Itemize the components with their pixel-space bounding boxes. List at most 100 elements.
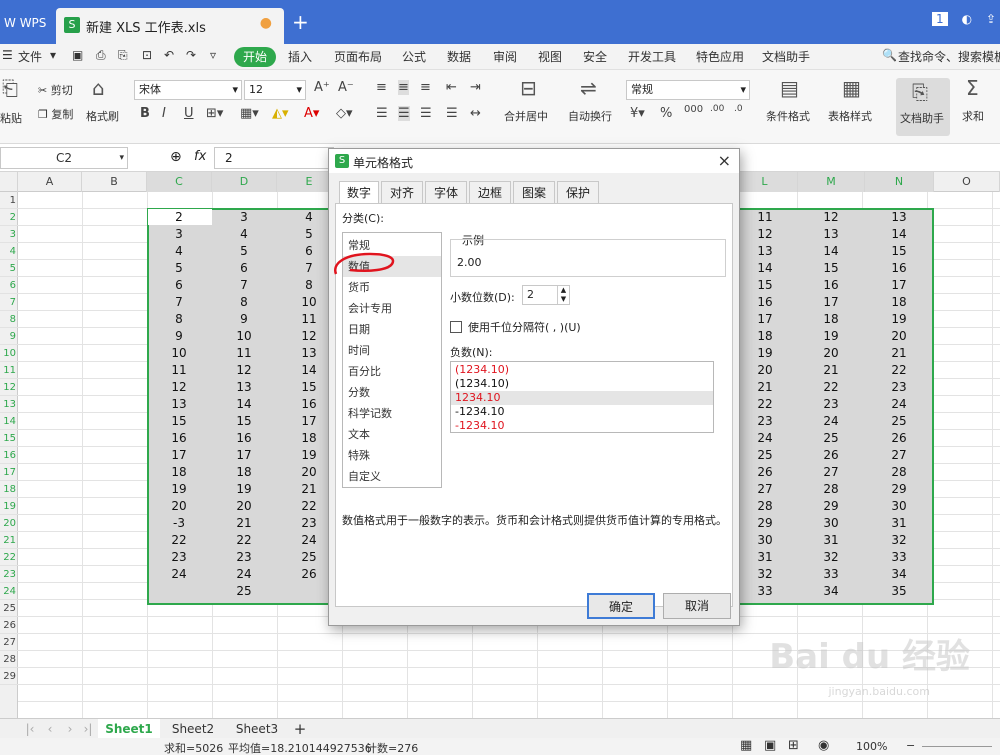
decrease-font-icon[interactable]: A⁻ — [338, 80, 354, 95]
decimal-places-stepper[interactable]: 2 ▲ ▼ — [522, 285, 570, 305]
cell-n[interactable]: 15 — [867, 243, 931, 260]
window-count-icon[interactable]: 1 — [931, 12, 948, 26]
page-break-view-icon[interactable]: ⊞ — [788, 738, 799, 753]
page-layout-view-icon[interactable]: ▣ — [764, 738, 776, 753]
cell-n[interactable]: 23 — [867, 379, 931, 396]
row-header[interactable]: 27 — [0, 634, 18, 651]
cell-d[interactable]: 25 — [212, 583, 276, 600]
row-header[interactable]: 16 — [0, 447, 18, 464]
cell-l[interactable]: 24 — [733, 430, 797, 447]
negative-option-2[interactable]: (1234.10) — [451, 377, 713, 391]
cell-m[interactable]: 29 — [799, 498, 863, 515]
cell-c[interactable]: 19 — [147, 481, 211, 498]
tab-border[interactable]: 边框 — [469, 181, 511, 203]
col-header-C[interactable]: C — [147, 172, 212, 192]
font-name-select[interactable]: 宋体 ▾ — [134, 80, 242, 100]
cell-n[interactable]: 27 — [867, 447, 931, 464]
category-currency[interactable]: 货币 — [343, 277, 441, 298]
cell-c[interactable]: 23 — [147, 549, 211, 566]
col-header-A[interactable]: A — [18, 172, 82, 192]
cell-l[interactable]: 17 — [733, 311, 797, 328]
skin-icon[interactable]: ◐ — [962, 12, 972, 26]
cell-m[interactable]: 18 — [799, 311, 863, 328]
cell-m[interactable]: 16 — [799, 277, 863, 294]
cell-c[interactable]: 5 — [147, 260, 211, 277]
merge-center-icon[interactable]: ⊟ — [520, 76, 537, 100]
export-icon[interactable]: ⎙ — [96, 48, 106, 63]
prev-sheet-icon[interactable]: ‹ — [42, 719, 58, 739]
file-tab[interactable]: S 新建 XLS 工作表.xls ● — [56, 8, 284, 44]
row-header[interactable]: 6 — [0, 277, 18, 294]
cell-l[interactable]: 16 — [733, 294, 797, 311]
wps-home-tab[interactable]: W WPS — [0, 8, 52, 38]
auto-wrap-button[interactable]: 自动换行 — [568, 108, 612, 124]
sum-icon[interactable]: Σ — [966, 76, 979, 100]
cell-d[interactable]: 20 — [212, 498, 276, 515]
decrease-decimal-icon[interactable]: .0 — [734, 104, 743, 114]
cell-m[interactable]: 28 — [799, 481, 863, 498]
row-header[interactable]: 12 — [0, 379, 18, 396]
col-header-O[interactable]: O — [934, 172, 1000, 192]
cell-l[interactable]: 19 — [733, 345, 797, 362]
cell-n[interactable]: 35 — [867, 583, 931, 600]
cell-n[interactable]: 30 — [867, 498, 931, 515]
fx-icon[interactable]: fx — [194, 149, 206, 164]
cell-n[interactable]: 24 — [867, 396, 931, 413]
align-top-icon[interactable]: ≡ — [376, 80, 387, 95]
format-painter-label[interactable]: 格式刷 — [86, 108, 119, 124]
cell-n[interactable]: 34 — [867, 566, 931, 583]
menu-review[interactable]: 审阅 — [493, 48, 517, 65]
cell-d[interactable]: 19 — [212, 481, 276, 498]
tab-number[interactable]: 数字 — [339, 181, 379, 204]
col-header-D[interactable]: D — [212, 172, 277, 192]
command-search[interactable]: 查找命令、搜索模板 — [898, 48, 1000, 65]
cell-c[interactable]: 9 — [147, 328, 211, 345]
cell-d[interactable]: 3 — [212, 209, 276, 226]
table-style-button[interactable]: 表格样式 — [828, 108, 872, 124]
cell-m[interactable]: 22 — [799, 379, 863, 396]
negative-option-3[interactable]: 1234.10 — [451, 391, 713, 405]
cell-c[interactable]: 20 — [147, 498, 211, 515]
cancel-button[interactable]: 取消 — [663, 593, 731, 619]
cell-l[interactable]: 14 — [733, 260, 797, 277]
align-right-icon[interactable]: ☰ — [420, 106, 432, 121]
cell-m[interactable]: 12 — [799, 209, 863, 226]
cell-l[interactable]: 18 — [733, 328, 797, 345]
save-icon[interactable]: ▣ — [72, 48, 83, 62]
last-sheet-icon[interactable]: ›| — [80, 719, 96, 739]
cell-c[interactable]: 6 — [147, 277, 211, 294]
align-middle-icon[interactable]: ≡ — [398, 80, 409, 95]
chevron-down-icon[interactable]: ▾ — [50, 48, 56, 62]
tab-protection[interactable]: 保护 — [557, 181, 599, 203]
tab-alignment[interactable]: 对齐 — [381, 181, 423, 203]
cell-c[interactable]: 3 — [147, 226, 211, 243]
font-size-select[interactable]: 12 ▾ — [244, 80, 306, 100]
cell-d[interactable]: 8 — [212, 294, 276, 311]
col-header-N[interactable]: N — [865, 172, 934, 192]
cell-l[interactable]: 22 — [733, 396, 797, 413]
cell-m[interactable]: 15 — [799, 260, 863, 277]
thousands-checkbox[interactable] — [450, 321, 462, 333]
cell-m[interactable]: 33 — [799, 566, 863, 583]
first-sheet-icon[interactable]: |‹ — [22, 719, 38, 739]
cell-c[interactable]: -3 — [147, 515, 211, 532]
cell-d[interactable]: 23 — [212, 549, 276, 566]
paste-label[interactable]: 粘贴 — [0, 110, 22, 126]
category-scientific[interactable]: 科学记数 — [343, 403, 441, 424]
cell-c[interactable]: 2 — [147, 209, 211, 226]
zoom-out-icon[interactable]: − — [906, 739, 915, 752]
cell-m[interactable]: 14 — [799, 243, 863, 260]
cell-n[interactable]: 20 — [867, 328, 931, 345]
font-color-icon[interactable]: A▾ — [304, 106, 319, 121]
cell-n[interactable]: 14 — [867, 226, 931, 243]
row-header[interactable]: 18 — [0, 481, 18, 498]
cell-m[interactable]: 19 — [799, 328, 863, 345]
negative-option-1[interactable]: (1234.10) — [451, 363, 713, 377]
cell-n[interactable]: 19 — [867, 311, 931, 328]
fill-color-icon[interactable]: ◭▾ — [272, 106, 289, 121]
menu-view[interactable]: 视图 — [538, 48, 562, 65]
cell-d[interactable]: 16 — [212, 430, 276, 447]
cell-m[interactable]: 30 — [799, 515, 863, 532]
cell-d[interactable]: 6 — [212, 260, 276, 277]
cell-c[interactable]: 7 — [147, 294, 211, 311]
